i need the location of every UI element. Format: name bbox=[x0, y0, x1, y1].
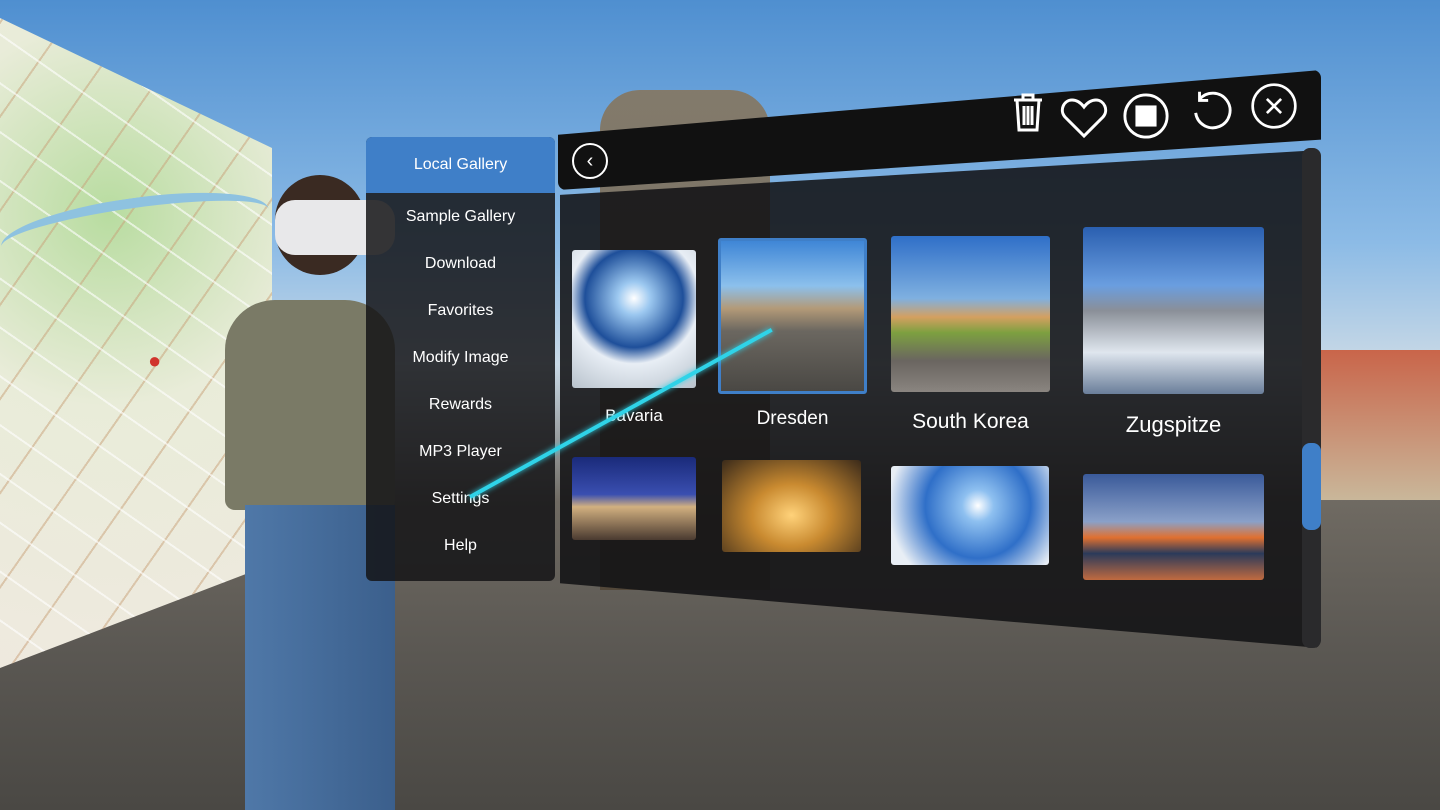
gallery-thumb-zugspitze[interactable] bbox=[1083, 227, 1264, 394]
menu-item-mp3-player[interactable]: MP3 Player bbox=[366, 428, 555, 475]
gallery-label: Bavaria bbox=[605, 406, 663, 425]
menu-item-modify-image[interactable]: Modify Image bbox=[366, 334, 555, 381]
menu-item-download[interactable]: Download bbox=[366, 240, 555, 287]
map-pin-icon: ● bbox=[148, 348, 162, 373]
trash-icon bbox=[1014, 93, 1042, 132]
menu-item-local-gallery[interactable]: Local Gallery bbox=[366, 137, 555, 193]
scrollbar-track[interactable] bbox=[1302, 148, 1321, 648]
menu-item-sample-gallery[interactable]: Sample Gallery bbox=[366, 193, 555, 240]
gallery-label: Zugspitze bbox=[1125, 412, 1222, 437]
gallery-thumb-marina-bay[interactable] bbox=[1083, 474, 1264, 580]
stop-icon bbox=[1123, 93, 1169, 139]
chevron-left-icon: ‹ bbox=[586, 149, 594, 172]
gallery-thumb-night-square[interactable] bbox=[572, 457, 696, 540]
menu-item-favorites[interactable]: Favorites bbox=[366, 287, 555, 334]
favorite-button[interactable] bbox=[1060, 94, 1108, 142]
heart-icon bbox=[1060, 98, 1108, 139]
menu-item-help[interactable]: Help bbox=[366, 522, 555, 569]
gallery-thumb-dresden[interactable] bbox=[718, 238, 867, 394]
menu-item-rewards[interactable]: Rewards bbox=[366, 381, 555, 428]
gallery-label: South Korea bbox=[912, 410, 1029, 433]
undo-icon bbox=[1194, 91, 1232, 130]
gallery-thumb-rotunda[interactable] bbox=[722, 460, 861, 552]
menu-item-settings[interactable]: Settings bbox=[366, 475, 555, 522]
side-menu: Local Gallery Sample Gallery Download Fa… bbox=[366, 137, 555, 581]
stop-button[interactable] bbox=[1122, 92, 1170, 140]
close-icon bbox=[1251, 83, 1297, 129]
gallery-thumb-bavaria[interactable] bbox=[572, 250, 696, 388]
gallery-thumb-mountain-sky[interactable] bbox=[891, 466, 1049, 565]
gallery-thumb-south-korea[interactable] bbox=[891, 236, 1050, 392]
undo-button[interactable] bbox=[1188, 86, 1236, 134]
scrollbar-thumb[interactable] bbox=[1302, 443, 1321, 530]
close-button[interactable] bbox=[1250, 82, 1298, 130]
background-buildings bbox=[1320, 350, 1440, 500]
back-button[interactable]: ‹ bbox=[572, 143, 608, 179]
delete-button[interactable] bbox=[1004, 88, 1052, 136]
gallery-label: Dresden bbox=[756, 408, 829, 429]
